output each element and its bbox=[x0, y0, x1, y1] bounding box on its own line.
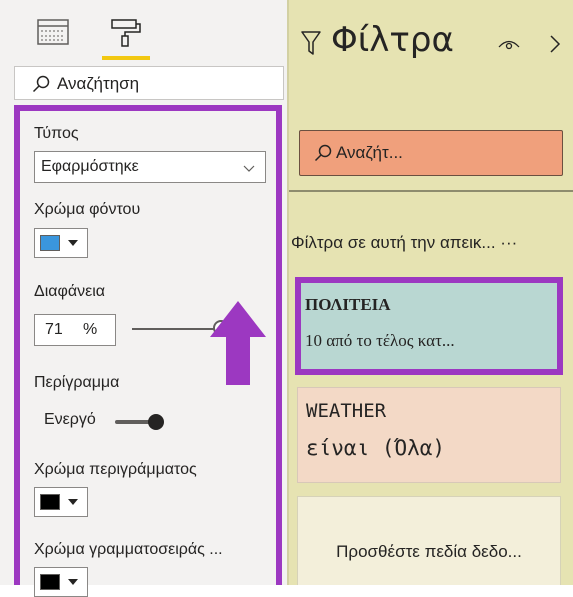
add-data-fields-label: Προσθέστε πεδία δεδο... bbox=[336, 542, 522, 561]
border-toggle-knob[interactable] bbox=[148, 414, 164, 430]
filter-card-format-section: Τύπος Εφαρμόστηκε Χρώμα φόντου Διαφάνεια… bbox=[14, 105, 282, 597]
chevron-right-icon[interactable] bbox=[549, 34, 561, 54]
filters-pane: Φίλτρα Αναζήτ... Φίλτρα σε αυτή την απει… bbox=[287, 0, 573, 585]
arrow-up-annotation-icon bbox=[210, 301, 266, 385]
font-color-picker[interactable] bbox=[34, 567, 88, 597]
type-dropdown[interactable]: Εφαρμόστηκε bbox=[34, 151, 266, 183]
filters-search-placeholder: Αναζήτ... bbox=[336, 143, 403, 162]
background-color-picker[interactable] bbox=[34, 228, 88, 258]
format-paintroller-icon[interactable] bbox=[109, 18, 143, 48]
filter-card-state[interactable]: ΠΟΛΙΤΕΙΑ 10 από το τέλος κατ... bbox=[295, 277, 563, 375]
transparency-label: Διαφάνεια bbox=[34, 283, 106, 300]
pane-divider bbox=[287, 0, 289, 585]
transparency-unit: % bbox=[83, 321, 98, 338]
add-data-fields-dropzone[interactable]: Προσθέστε πεδία δεδο... bbox=[297, 496, 561, 585]
fields-icon[interactable] bbox=[36, 18, 70, 48]
background-color-label: Χρώμα φόντου bbox=[34, 201, 141, 218]
format-search-input[interactable]: Αναζήτηση bbox=[14, 66, 284, 100]
filter-funnel-icon bbox=[301, 30, 321, 58]
border-color-picker[interactable] bbox=[34, 487, 88, 517]
filter-card-title: WEATHER bbox=[306, 400, 387, 422]
format-search-placeholder: Αναζήτηση bbox=[57, 74, 140, 93]
search-icon bbox=[32, 75, 50, 93]
caret-down-icon bbox=[68, 499, 78, 505]
transparency-input[interactable]: 71 % bbox=[34, 314, 116, 346]
font-color-label: Χρώμα γραμματοσειράς ... bbox=[34, 541, 223, 558]
font-color-swatch bbox=[40, 574, 60, 590]
visual-filters-section-label[interactable]: Φίλτρα σε αυτή την απεικ... ··· bbox=[291, 233, 517, 253]
filter-card-weather[interactable]: WEATHER είναι (Όλα) bbox=[297, 387, 561, 483]
caret-down-icon bbox=[68, 579, 78, 585]
pane-tab-bar bbox=[0, 0, 287, 62]
filter-card-subtitle: 10 από το τέλος κατ... bbox=[305, 331, 455, 350]
transparency-value: 71 bbox=[45, 321, 63, 338]
caret-down-icon bbox=[68, 240, 78, 246]
border-toggle-label: Ενεργό bbox=[44, 411, 96, 428]
filter-card-title: ΠΟΛΙΤΕΙΑ bbox=[305, 295, 391, 314]
border-color-swatch bbox=[40, 494, 60, 510]
eye-icon[interactable] bbox=[497, 36, 521, 52]
type-label: Τύπος bbox=[34, 125, 79, 142]
chevron-down-icon bbox=[243, 161, 255, 173]
divider bbox=[287, 190, 573, 192]
format-pane: Αναζήτηση Τύπος Εφαρμόστηκε Χρώμα φόντου… bbox=[0, 0, 287, 597]
filter-card-subtitle: είναι (Όλα) bbox=[306, 436, 446, 460]
type-dropdown-value: Εφαρμόστηκε bbox=[41, 158, 139, 175]
border-color-label: Χρώμα περιγράμματος bbox=[34, 461, 197, 478]
background-color-swatch bbox=[40, 235, 60, 251]
border-label: Περίγραμμα bbox=[34, 374, 120, 391]
filters-search-input[interactable]: Αναζήτ... bbox=[299, 130, 563, 176]
active-tab-indicator bbox=[102, 56, 150, 60]
filters-title: Φίλτρα bbox=[331, 20, 454, 60]
search-icon bbox=[314, 144, 332, 162]
